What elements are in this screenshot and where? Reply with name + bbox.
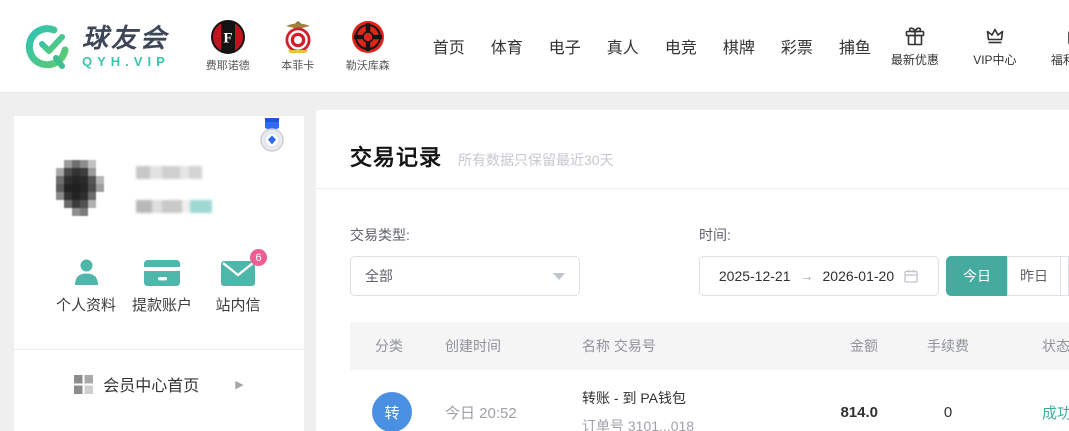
sidebar-shortcuts: 个人资料 提款账户 6 xyxy=(14,256,304,315)
brand-tagline: QYH.VIP xyxy=(82,55,170,68)
bank-card-icon xyxy=(144,260,180,286)
today-button[interactable]: 今日 xyxy=(946,256,1007,296)
member-home-label: 会员中心首页 xyxy=(103,372,199,396)
blurred-username xyxy=(136,166,212,179)
welfare-center-label: 福利中心 xyxy=(1051,51,1069,68)
page-title: 交易记录 xyxy=(350,140,442,172)
vip-center-link[interactable]: VIP中心 xyxy=(964,24,1026,68)
svg-text:F: F xyxy=(223,30,232,46)
brand-text[interactable]: 球友会 QYH.VIP xyxy=(82,25,170,68)
shortcut-withdraw-account[interactable]: 提款账户 xyxy=(124,256,200,315)
benfica-logo-icon xyxy=(281,20,315,54)
yesterday-button[interactable]: 昨日 xyxy=(1007,256,1061,296)
grid-icon xyxy=(74,375,93,394)
transaction-type-value: 全部 xyxy=(365,266,553,286)
chevron-right-icon: ▶ xyxy=(235,378,243,391)
club-benfica[interactable]: 本菲卡 xyxy=(270,20,326,73)
nav-item-chess[interactable]: 棋牌 xyxy=(710,24,768,68)
filters-row: 交易类型: 全部 时间: 2025-12-21 → 2026-01-20 xyxy=(316,225,1069,296)
mail-icon xyxy=(221,261,255,286)
nav-item-esports[interactable]: 电竞 xyxy=(652,24,710,68)
nav-item-sports[interactable]: 体育 xyxy=(478,24,536,68)
header-created: 创建时间 xyxy=(445,336,582,356)
transaction-order: 订单号 3101...018 xyxy=(582,416,818,431)
shortcut-profile-label: 个人资料 xyxy=(56,294,116,315)
leverkusen-logo-icon xyxy=(351,20,385,54)
transactions-table: 分类 创建时间 名称 交易号 金额 手续费 状态 转 今日 20:52 转账 -… xyxy=(350,322,1069,431)
status-cell: 成功 xyxy=(1018,402,1069,423)
main-nav: 首页 体育 电子 真人 电竞 棋牌 彩票 捕鱼 xyxy=(420,24,884,68)
inbox-unread-badge: 6 xyxy=(250,249,267,266)
header-name-txnid: 名称 交易号 xyxy=(582,336,818,356)
club-name: 费耶诺德 xyxy=(206,57,250,73)
fee-cell: 0 xyxy=(878,404,1018,421)
calendar-icon xyxy=(903,268,919,284)
time-filter: 时间: 2025-12-21 → 2026-01-20 xyxy=(699,225,1069,296)
shortcut-inbox-label: 站内信 xyxy=(215,294,260,315)
date-shortcut-buttons: 今日 昨日 xyxy=(946,256,1069,296)
nav-item-slots[interactable]: 电子 xyxy=(536,24,594,68)
club-feyenoord[interactable]: F 费耶诺德 xyxy=(200,20,256,73)
nav-item-fishing[interactable]: 捕鱼 xyxy=(826,24,884,68)
title-divider xyxy=(316,188,1069,189)
person-icon xyxy=(73,258,100,286)
transaction-type-label: 交易类型: xyxy=(350,225,699,245)
promotions-link[interactable]: 最新优惠 xyxy=(884,24,946,68)
welfare-center-link[interactable]: ¥ 福利中心 xyxy=(1044,24,1069,68)
nav-item-home[interactable]: 首页 xyxy=(420,24,478,68)
blurred-user-text xyxy=(136,166,212,213)
page: 球友会 QYH.VIP F 费耶诺德 xyxy=(0,0,1069,431)
top-navbar: 球友会 QYH.VIP F 费耶诺德 xyxy=(0,0,1069,93)
name-cell: 转账 - 到 PA钱包 订单号 3101...018 xyxy=(582,388,818,431)
transaction-name: 转账 - 到 PA钱包 xyxy=(582,388,818,408)
nav-item-live[interactable]: 真人 xyxy=(594,24,652,68)
date-end-value: 2026-01-20 xyxy=(823,268,895,284)
quick-links: 最新优惠 VIP中心 ¥ 福利中心 xyxy=(884,24,1069,68)
shortcut-withdraw-label: 提款账户 xyxy=(132,294,192,315)
header-status: 状态 xyxy=(1018,336,1069,356)
gift-icon xyxy=(903,24,927,48)
table-header-row: 分类 创建时间 名称 交易号 金额 手续费 状态 xyxy=(350,322,1069,370)
date-range-picker[interactable]: 2025-12-21 → 2026-01-20 xyxy=(699,256,939,296)
club-name: 勒沃库森 xyxy=(346,57,390,73)
feyenoord-logo-icon: F xyxy=(211,20,245,54)
member-home-link[interactable]: 会员中心首页 ▶ xyxy=(14,350,304,418)
amount-cell: 814.0 xyxy=(818,404,878,421)
header-category: 分类 xyxy=(350,336,445,356)
club-leverkusen[interactable]: 勒沃库森 xyxy=(340,20,396,73)
transfer-category-icon: 转 xyxy=(372,392,412,431)
crown-icon xyxy=(983,24,1007,48)
blurred-user-balance xyxy=(136,200,212,213)
title-row: 交易记录 所有数据只保留最近30天 xyxy=(316,110,1069,172)
chevron-down-icon xyxy=(553,273,565,280)
nav-item-lottery[interactable]: 彩票 xyxy=(768,24,826,68)
club-name: 本菲卡 xyxy=(281,57,314,73)
shortcut-profile[interactable]: 个人资料 xyxy=(48,256,124,315)
transaction-type-select[interactable]: 全部 xyxy=(350,256,580,296)
time-label: 时间: xyxy=(699,225,1069,245)
blurred-user-avatar[interactable] xyxy=(56,160,110,218)
clipped-range-button[interactable] xyxy=(1061,256,1069,296)
vip-level-medal-icon xyxy=(258,118,286,156)
brand-logo-icon[interactable] xyxy=(22,20,74,72)
welfare-jar-icon: ¥ xyxy=(1063,24,1069,48)
shortcut-inbox[interactable]: 6 站内信 xyxy=(200,256,276,315)
page-subtitle: 所有数据只保留最近30天 xyxy=(458,150,614,170)
table-row[interactable]: 转 今日 20:52 转账 - 到 PA钱包 订单号 3101...018 81… xyxy=(350,370,1069,431)
vip-center-label: VIP中心 xyxy=(973,51,1016,68)
member-sidebar: 个人资料 提款账户 6 xyxy=(14,116,304,431)
promotions-label: 最新优惠 xyxy=(891,51,939,68)
transaction-records-panel: 交易记录 所有数据只保留最近30天 交易类型: 全部 时间: 2025-12-2… xyxy=(316,110,1069,431)
category-cell: 转 xyxy=(350,392,445,431)
brand-name: 球友会 xyxy=(82,25,170,51)
sponsor-clubs: F 费耶诺德 本菲卡 xyxy=(200,20,396,73)
created-cell: 今日 20:52 xyxy=(445,402,582,423)
header-fee: 手续费 xyxy=(878,336,1018,356)
range-arrow-icon: → xyxy=(800,268,814,284)
date-start-value: 2025-12-21 xyxy=(719,268,791,284)
transaction-type-filter: 交易类型: 全部 xyxy=(350,225,699,296)
header-amount: 金额 xyxy=(818,336,878,356)
